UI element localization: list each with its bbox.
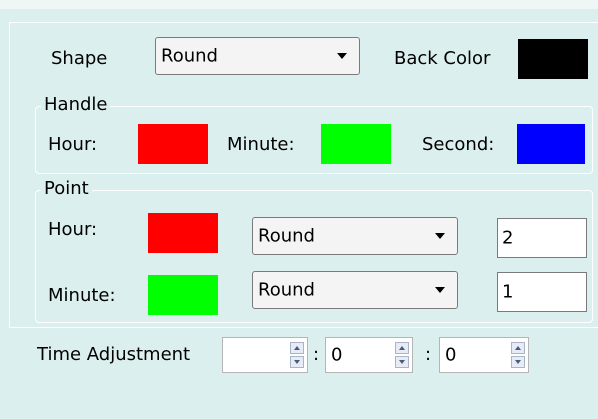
shape-dropdown-value: Round [161, 45, 218, 67]
handle-hour-color-swatch[interactable] [138, 124, 208, 164]
point-minute-color-swatch[interactable] [148, 275, 218, 315]
time-separator-2: : [425, 344, 432, 365]
shape-dropdown[interactable]: Round [155, 37, 360, 75]
point-hour-label: Hour: [48, 219, 98, 240]
seconds-value: 0 [445, 344, 457, 366]
point-hour-color-swatch[interactable] [148, 213, 218, 253]
point-minute-shape-value: Round [258, 279, 315, 301]
minutes-up-arrow-icon[interactable] [395, 342, 409, 354]
settings-panel: Shape Round Back Color Handle Hour: Minu… [9, 22, 598, 328]
hours-up-arrow-icon[interactable] [290, 342, 304, 354]
seconds-spinner[interactable]: 0 [439, 337, 529, 373]
hours-spin-buttons [290, 342, 304, 368]
clock-settings-window: { "header": { "shape_label": "Shape", "s… [0, 0, 598, 419]
point-minute-size-value: 1 [502, 281, 514, 303]
minutes-down-arrow-icon[interactable] [395, 356, 409, 368]
handle-second-color-swatch[interactable] [517, 124, 585, 164]
seconds-down-arrow-icon[interactable] [511, 356, 525, 368]
handle-minute-label: Minute: [227, 134, 295, 155]
time-adjustment-label: Time Adjustment [37, 344, 191, 365]
handle-group: Handle Hour: Minute: Second: [35, 94, 593, 174]
handle-hour-label: Hour: [48, 134, 98, 155]
window-top-strip [0, 0, 598, 9]
chevron-down-icon [435, 287, 445, 293]
minutes-spin-buttons [395, 342, 409, 368]
point-group: Point Hour: Round 2 Minute: Round 1 [35, 178, 593, 323]
handle-minute-color-swatch[interactable] [321, 124, 391, 164]
chevron-down-icon [337, 53, 347, 59]
seconds-spin-buttons [511, 342, 525, 368]
handle-second-label: Second: [422, 134, 495, 155]
handle-group-title: Handle [41, 94, 111, 115]
point-group-title: Point [41, 178, 92, 199]
hours-spinner[interactable] [222, 337, 308, 373]
point-minute-size-input[interactable]: 1 [497, 272, 587, 312]
point-hour-shape-value: Round [258, 225, 315, 247]
back-color-swatch[interactable] [518, 39, 588, 79]
time-separator-1: : [313, 344, 320, 365]
shape-label: Shape [51, 48, 108, 69]
point-hour-size-value: 2 [502, 227, 514, 249]
seconds-up-arrow-icon[interactable] [511, 342, 525, 354]
hours-down-arrow-icon[interactable] [290, 356, 304, 368]
chevron-down-icon [435, 233, 445, 239]
minutes-spinner[interactable]: 0 [325, 337, 413, 373]
back-color-label: Back Color [394, 48, 491, 69]
point-hour-shape-dropdown[interactable]: Round [252, 217, 458, 255]
point-minute-label: Minute: [48, 285, 116, 306]
point-minute-shape-dropdown[interactable]: Round [252, 271, 458, 309]
point-hour-size-input[interactable]: 2 [497, 218, 587, 258]
minutes-value: 0 [331, 344, 343, 366]
